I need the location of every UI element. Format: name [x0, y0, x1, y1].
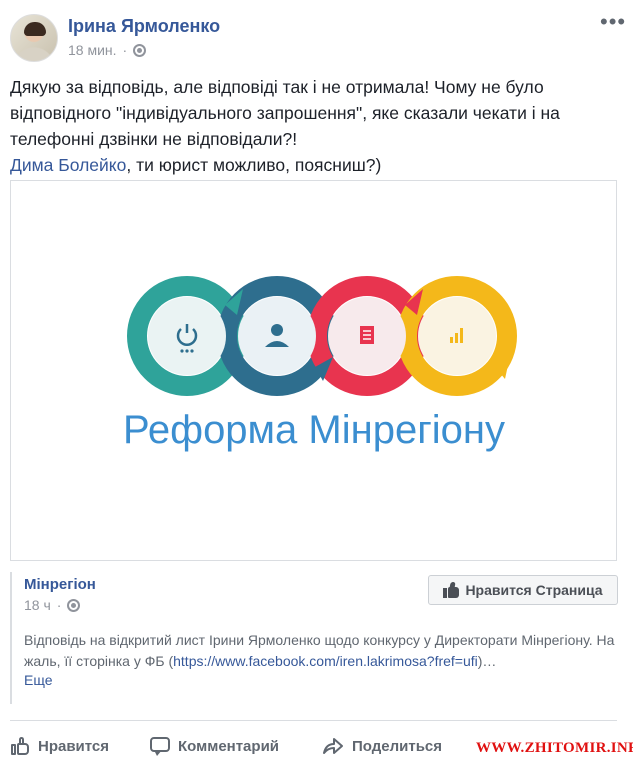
- site-watermark: WWW.ZHITOMIR.INFO: [476, 740, 633, 756]
- author-avatar[interactable]: [10, 14, 58, 62]
- like-icon: [10, 736, 30, 756]
- like-label: Нравится: [38, 737, 110, 755]
- author-name[interactable]: Ірина Ярмоленко: [68, 16, 220, 37]
- share-button[interactable]: Поделиться: [322, 736, 442, 756]
- comment-label: Комментарий: [178, 737, 280, 755]
- post-time[interactable]: 18 мин.: [68, 42, 117, 58]
- post-text: Дякую за відповідь, але відповіді так і …: [10, 74, 622, 178]
- post-body: Дякую за відповідь, але відповіді так і …: [10, 77, 560, 149]
- facebook-post: Ірина Ярмоленко 18 мин. · ••• Дякую за в…: [0, 0, 633, 767]
- dots-icon: [180, 349, 194, 353]
- more-options-icon[interactable]: •••: [600, 11, 626, 33]
- post-body-tail: , ти юрист можливо, поясниш?): [126, 155, 382, 175]
- share-label: Поделиться: [352, 737, 443, 755]
- card-image-title: Реформа Мінрегіону: [123, 408, 505, 452]
- see-more-link[interactable]: Еще: [24, 672, 53, 688]
- globe-icon: [133, 43, 147, 57]
- post-meta: 18 мин. ·: [68, 42, 147, 58]
- comment-icon: [150, 736, 170, 756]
- globe-icon: [67, 598, 81, 612]
- description-end: )…: [477, 653, 497, 669]
- quote-bar: [10, 572, 12, 704]
- link-preview-image[interactable]: Реформа Мінрегіону: [10, 180, 617, 561]
- comment-button[interactable]: Комментарий: [150, 736, 279, 756]
- like-page-label: Нравится Страница: [465, 582, 603, 598]
- like-page-button[interactable]: Нравится Страница: [428, 575, 618, 605]
- shared-time[interactable]: 18 ч: [24, 597, 51, 613]
- thumbs-up-icon: [443, 582, 460, 598]
- like-button[interactable]: Нравится: [10, 736, 109, 756]
- actions-divider: [10, 720, 617, 721]
- shared-page-name[interactable]: Мінрегіон: [24, 576, 96, 593]
- meta-separator: ·: [122, 42, 128, 58]
- shared-description: Відповідь на відкритий лист Ірини Ярмоле…: [24, 630, 622, 672]
- mention-link[interactable]: Дима Болейко: [10, 155, 126, 175]
- description-link[interactable]: https://www.facebook.com/iren.lakrimosa?…: [173, 653, 478, 669]
- shared-meta: 18 ч ·: [24, 597, 81, 613]
- reform-logo: Реформа Мінрегіону: [123, 276, 517, 452]
- document-icon: [360, 326, 374, 344]
- share-icon: [322, 736, 344, 756]
- meta-separator: ·: [56, 597, 62, 613]
